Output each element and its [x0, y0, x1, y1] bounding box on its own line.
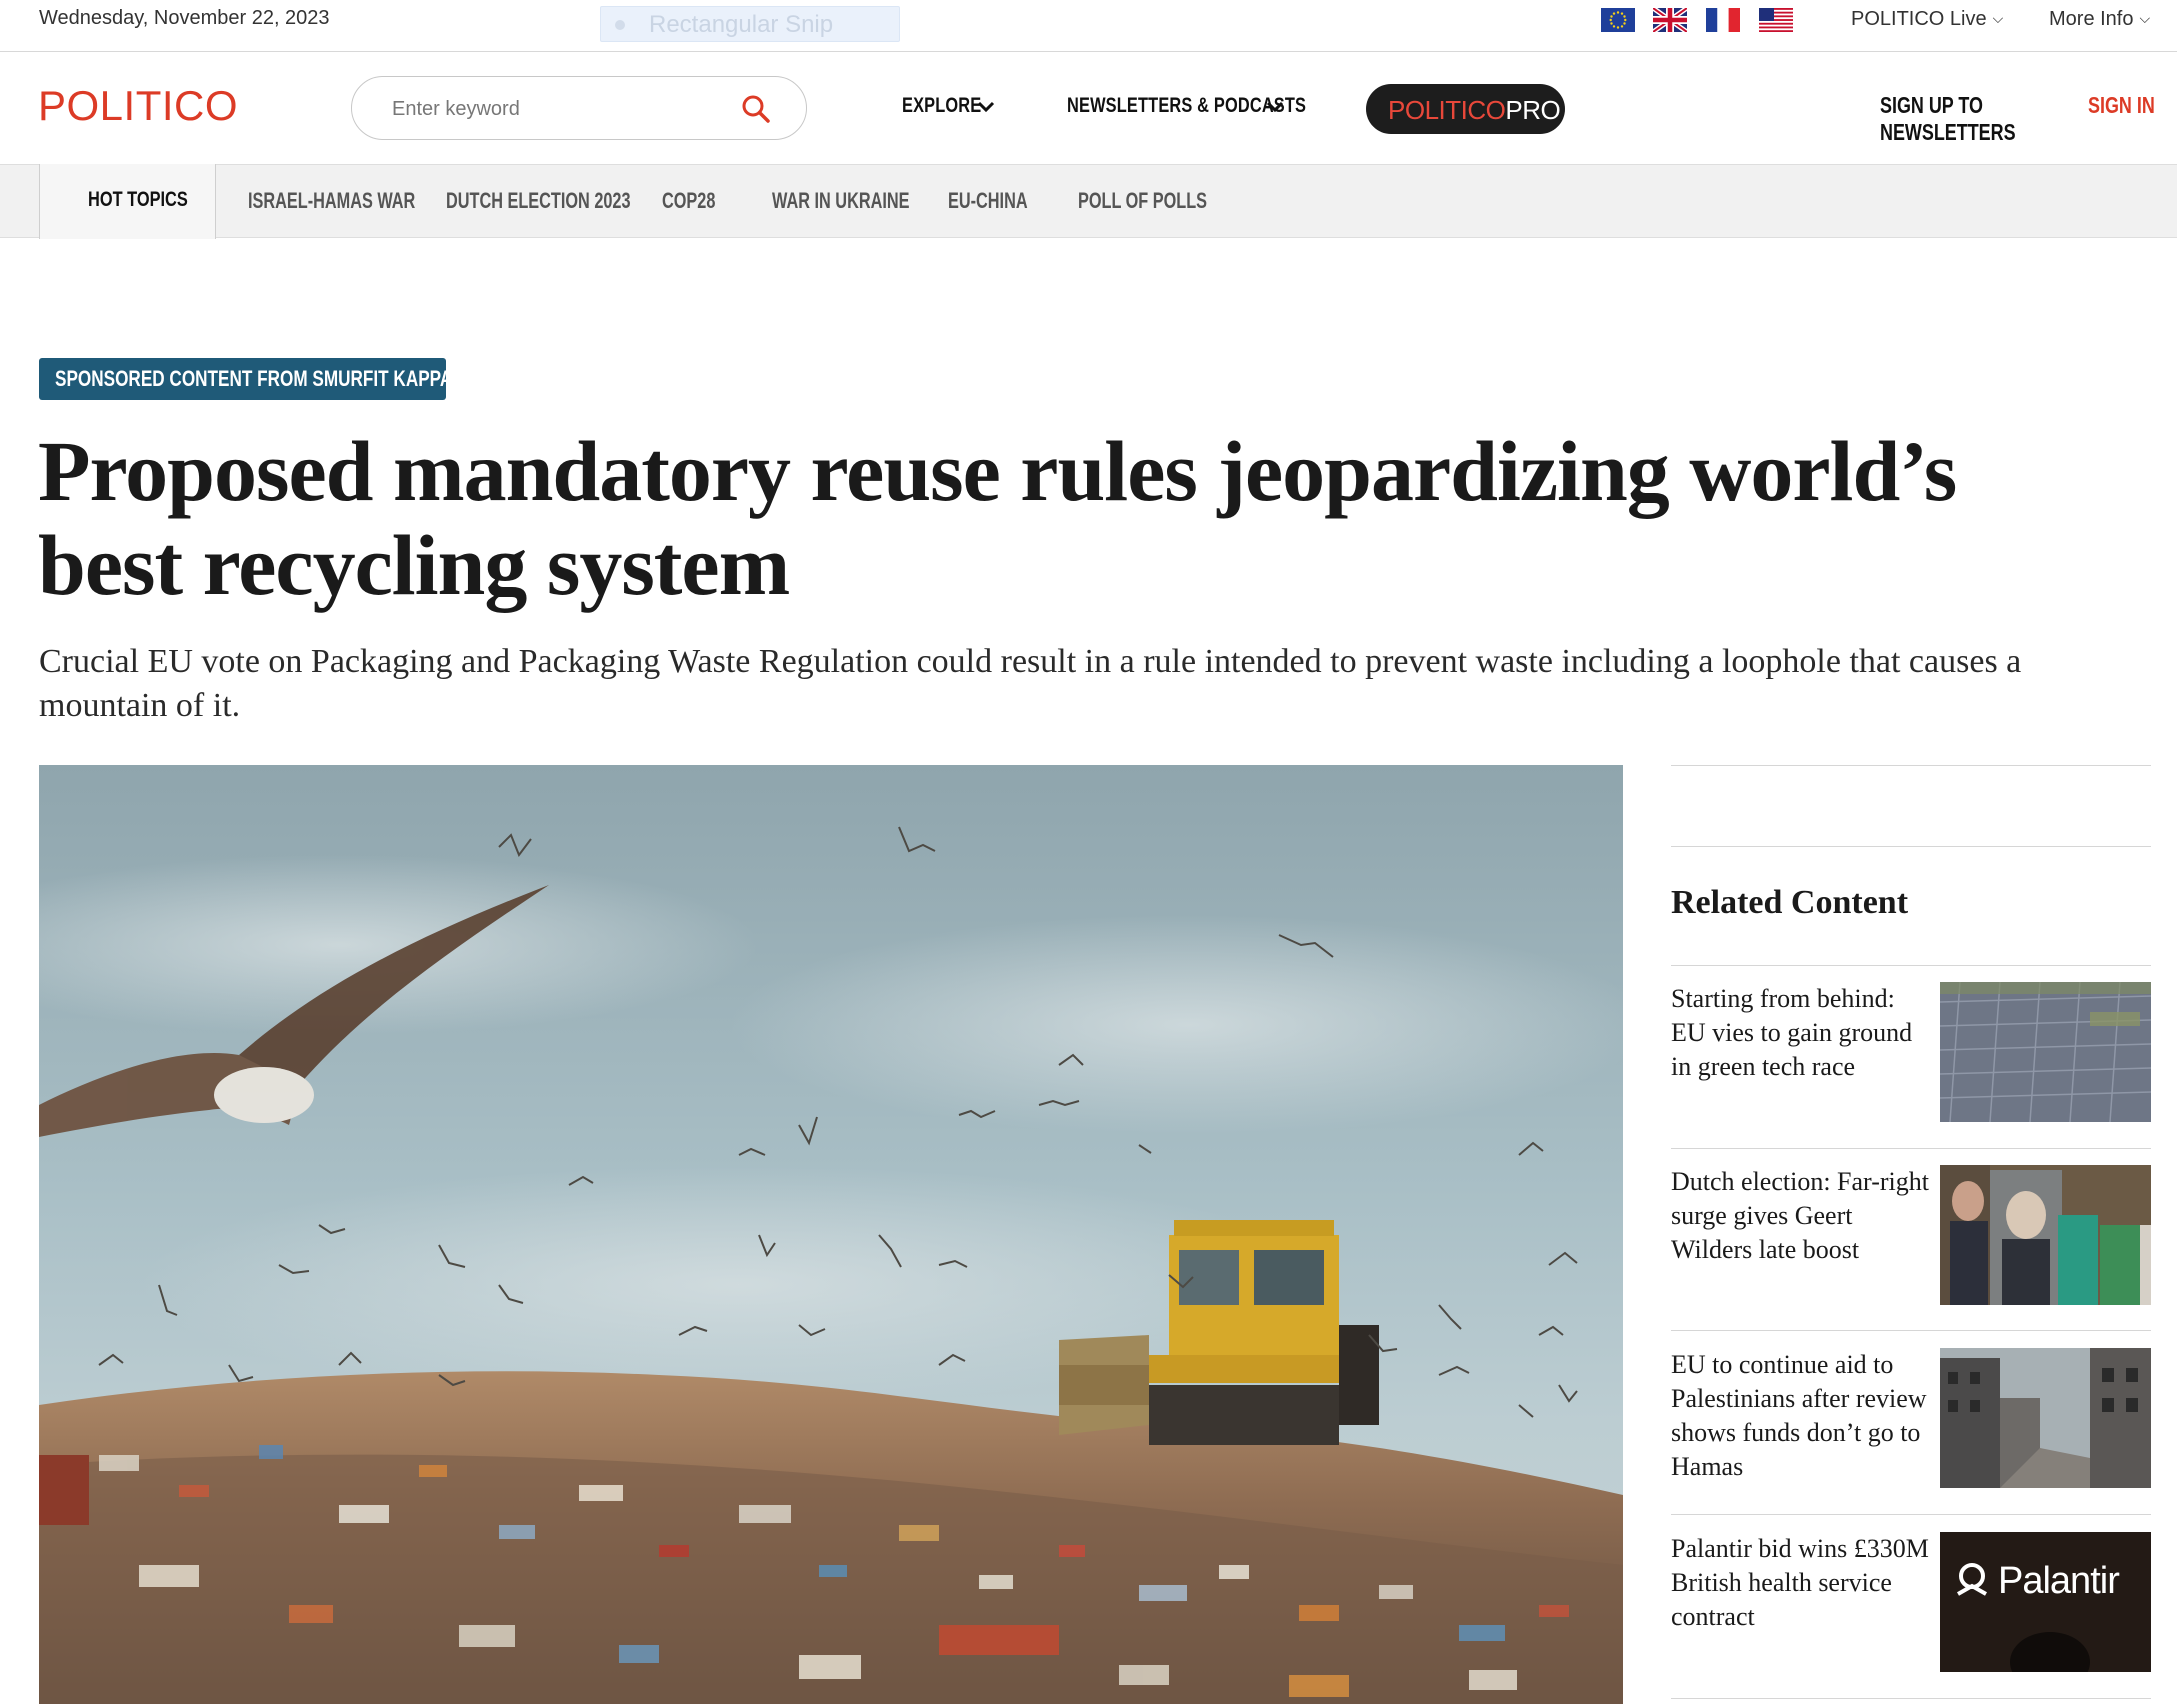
uk-flag-icon[interactable]: [1653, 8, 1687, 32]
search-box[interactable]: [351, 76, 807, 140]
sponsor-label: SPONSORED CONTENT FROM SMURFIT KAPPA: [55, 366, 453, 391]
related-item-headline[interactable]: EU to continue aid to Palestinians after…: [1671, 1348, 1933, 1484]
destroyed-buildings-thumbnail[interactable]: [1940, 1348, 2151, 1488]
sidebar-divider: [1671, 846, 2151, 847]
search-input[interactable]: [392, 95, 722, 123]
sidebar-divider: [1671, 1148, 2151, 1149]
palantir-logo-thumbnail[interactable]: Palantir: [1940, 1532, 2151, 1672]
sidebar-divider: [1671, 765, 2151, 766]
related-item-green-tech[interactable]: Starting from behind: EU vies to gain gr…: [1671, 982, 2151, 1122]
more-info-menu[interactable]: More Info ⌵: [2049, 8, 2150, 31]
palantir-wordmark: Palantir: [1998, 1560, 2120, 1602]
search-icon[interactable]: [740, 93, 772, 125]
topic-poll-of-polls[interactable]: POLL OF POLLS: [1078, 188, 1207, 214]
sidebar-divider: [1671, 1698, 2151, 1699]
more-info-label: More Info: [2049, 8, 2134, 30]
related-item-palestinians-aid[interactable]: EU to continue aid to Palestinians after…: [1671, 1348, 2151, 1488]
snip-label: Rectangular Snip: [649, 11, 834, 38]
hot-topics-bar: HOT TOPICS ISRAEL-HAMAS WAR DUTCH ELECTI…: [0, 164, 2177, 239]
hot-topics-label-box: HOT TOPICS: [39, 164, 216, 239]
sidebar-divider: [1671, 965, 2151, 966]
related-item-dutch-election[interactable]: Dutch election: Far-right surge gives Ge…: [1671, 1165, 2151, 1305]
snip-tool-overlay[interactable]: Rectangular Snip: [600, 6, 900, 42]
politico-pro-label: POLITICOPRO: [1388, 95, 1561, 125]
topic-eu-china[interactable]: EU-CHINA: [948, 188, 1028, 214]
solar-panels-thumbnail[interactable]: [1940, 982, 2151, 1122]
related-content-title: Related Content: [1671, 884, 1909, 921]
topic-israel-hamas-war[interactable]: ISRAEL-HAMAS WAR: [248, 188, 415, 214]
politico-pro-button[interactable]: POLITICOPRO: [1366, 84, 1565, 134]
snip-record-icon: [615, 20, 625, 30]
explore-menu[interactable]: EXPLORE: [902, 94, 981, 118]
politico-live-menu[interactable]: POLITICO Live ⌵: [1851, 8, 2003, 31]
election-posters-thumbnail[interactable]: [1940, 1165, 2151, 1305]
current-date: Wednesday, November 22, 2023: [39, 7, 330, 29]
sponsored-content-badge: SPONSORED CONTENT FROM SMURFIT KAPPA: [39, 358, 453, 400]
article-headline: Proposed mandatory reuse rules jeopardiz…: [38, 423, 1957, 613]
chevron-down-icon: ⌵: [2139, 10, 2151, 26]
politico-live-label: POLITICO Live: [1851, 8, 1987, 30]
topic-dutch-election[interactable]: DUTCH ELECTION 2023: [446, 188, 631, 214]
sidebar-divider: [1671, 1330, 2151, 1331]
related-item-headline[interactable]: Palantir bid wins £330M British health s…: [1671, 1532, 1933, 1634]
related-item-headline[interactable]: Starting from behind: EU vies to gain gr…: [1671, 982, 1933, 1084]
main-header: POLITICO EXPLORE NEWSLETTERS & PODCASTS …: [0, 52, 2177, 164]
related-item-palantir[interactable]: Palantir bid wins £330M British health s…: [1671, 1532, 2151, 1672]
utility-bar: Wednesday, November 22, 2023 Rectangular…: [0, 0, 2177, 52]
politico-logo[interactable]: POLITICO: [38, 82, 238, 130]
sign-in-link[interactable]: SIGN IN: [2088, 92, 2155, 119]
chevron-down-icon[interactable]: [1264, 96, 1286, 118]
us-flag-icon[interactable]: [1759, 8, 1793, 32]
chevron-down-icon[interactable]: [975, 96, 997, 118]
article-dek: Crucial EU vote on Packaging and Packagi…: [39, 643, 2022, 724]
signup-newsletters-link[interactable]: SIGN UP TO NEWSLETTERS: [1880, 92, 2112, 146]
france-flag-icon[interactable]: [1706, 8, 1740, 32]
eu-flag-icon[interactable]: [1601, 8, 1635, 32]
chevron-down-icon: ⌵: [1992, 10, 2004, 26]
related-item-headline[interactable]: Dutch election: Far-right surge gives Ge…: [1671, 1165, 1933, 1267]
sidebar-divider: [1671, 1514, 2151, 1515]
hero-image-landfill: [39, 765, 1623, 1704]
topic-cop28[interactable]: COP28: [662, 188, 715, 214]
hot-topics-label: HOT TOPICS: [88, 188, 188, 211]
topic-war-in-ukraine[interactable]: WAR IN UKRAINE: [772, 188, 909, 214]
